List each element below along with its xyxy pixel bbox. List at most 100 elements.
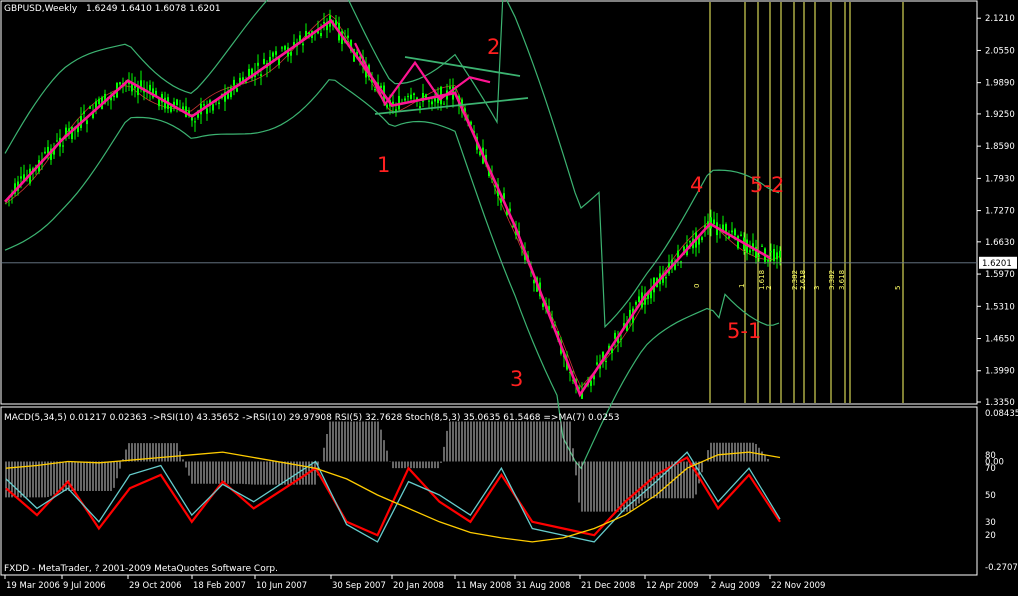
candle-body bbox=[203, 104, 205, 106]
candle-body bbox=[182, 106, 184, 110]
candle-body bbox=[758, 255, 760, 257]
candle-body bbox=[20, 176, 22, 179]
candle-body bbox=[443, 103, 445, 105]
candle-body bbox=[398, 96, 400, 110]
fib-label: 3.382 bbox=[828, 270, 836, 290]
fib-label: 5 bbox=[894, 286, 902, 290]
time-tick-label: 12 Apr 2009 bbox=[646, 581, 699, 591]
candle-body bbox=[776, 252, 778, 260]
candle-body bbox=[779, 250, 781, 258]
candle-body bbox=[665, 277, 667, 279]
price-tick-label: 1.9250 bbox=[985, 110, 1015, 120]
price-tick-label: 1.8590 bbox=[985, 142, 1015, 152]
candle-body bbox=[320, 33, 322, 36]
price-tick-label: 1.4650 bbox=[985, 335, 1015, 345]
wave-label: 5-2 bbox=[750, 173, 784, 197]
candle-body bbox=[170, 105, 172, 112]
candle-body bbox=[404, 98, 406, 101]
price-tick-label: 1.6630 bbox=[985, 238, 1015, 248]
ohlc-label: 1.6249 1.6410 1.6078 1.6201 bbox=[86, 4, 221, 14]
candle-body bbox=[119, 82, 121, 85]
candle-body bbox=[86, 120, 88, 125]
candle-body bbox=[275, 51, 277, 55]
candle-body bbox=[206, 108, 208, 114]
price-tick-label: 1.3990 bbox=[985, 367, 1015, 377]
time-tick-label: 30 Sep 2007 bbox=[332, 581, 386, 591]
candle-body bbox=[773, 249, 775, 261]
candle-body bbox=[635, 302, 637, 305]
candle-body bbox=[767, 259, 769, 262]
candle-body bbox=[749, 250, 751, 253]
candle-body bbox=[605, 361, 607, 362]
time-axis: 19 Mar 2006 9 Jul 2006 29 Oct 2006 18 Feb 2… bbox=[4, 575, 825, 591]
lower-trendline bbox=[374, 97, 529, 115]
candle-body bbox=[284, 45, 286, 50]
candle-body bbox=[620, 338, 622, 340]
candle-body bbox=[395, 109, 397, 111]
time-tick-label: 11 May 2008 bbox=[456, 581, 511, 591]
time-tick-label: 29 Oct 2006 bbox=[129, 581, 182, 591]
time-tick-label: 21 Dec 2008 bbox=[581, 581, 635, 591]
time-tick-label: 18 Feb 2007 bbox=[193, 581, 246, 591]
fib-small-label: 1 bbox=[738, 284, 746, 288]
price-tick-label: 1.5970 bbox=[985, 270, 1015, 280]
level-tick-label: 50 bbox=[985, 491, 996, 501]
candle-body bbox=[413, 93, 415, 95]
price-chart[interactable]: 1.618 2 2.382 2.618 3 3.382 3.618 50 1 12345-15-… bbox=[0, 0, 1018, 592]
time-tick-label: 31 Aug 2008 bbox=[516, 581, 570, 591]
candle-body bbox=[728, 236, 730, 239]
candle-body bbox=[410, 94, 412, 99]
candle-body bbox=[770, 251, 772, 253]
candle-body bbox=[713, 219, 715, 224]
candle-body bbox=[386, 104, 388, 108]
macd-tick-label: 0.00 bbox=[985, 458, 1004, 468]
price-tick-label: 2.0550 bbox=[985, 46, 1015, 56]
price-tick-label: 1.3350 bbox=[985, 398, 1015, 408]
candles bbox=[5, 9, 781, 399]
candle-body bbox=[272, 52, 274, 57]
candle-body bbox=[233, 79, 235, 86]
candle-body bbox=[56, 140, 58, 142]
wave-label: 3 bbox=[510, 367, 523, 391]
price-tick-label: 1.7270 bbox=[985, 207, 1015, 217]
fib-label: 3 bbox=[813, 286, 821, 290]
candle-body bbox=[140, 80, 142, 87]
fib-label: 3.618 bbox=[838, 270, 846, 290]
candle-body bbox=[257, 62, 259, 66]
candle-body bbox=[44, 151, 46, 154]
candle-body bbox=[419, 106, 421, 109]
candle-body bbox=[407, 96, 409, 98]
candle-body bbox=[701, 237, 703, 240]
indicator-axis: 80705030200.084350.00-0.2707 bbox=[985, 409, 1018, 573]
candle-body bbox=[431, 101, 433, 105]
candle-body bbox=[263, 58, 265, 65]
fib-label: 2.382 bbox=[791, 270, 799, 290]
candle-body bbox=[281, 47, 283, 49]
time-tick-label: 22 Nov 2009 bbox=[771, 581, 825, 591]
price-tick-label: 1.5310 bbox=[985, 302, 1015, 312]
symbol-label: GBPUSD,Weekly bbox=[4, 4, 78, 14]
candle-body bbox=[323, 22, 325, 24]
candle-body bbox=[689, 240, 691, 243]
price-tick-label: 2.1210 bbox=[985, 14, 1015, 24]
macd-tick-label: -0.2707 bbox=[985, 563, 1018, 573]
fib-time-zones: 1.618 2 2.382 2.618 3 3.382 3.618 50 1 bbox=[693, 2, 904, 403]
candle-body bbox=[374, 89, 376, 91]
current-price-label: 1.6201 bbox=[982, 259, 1012, 269]
macd-tick-label: 0.08435 bbox=[985, 409, 1018, 419]
candle-body bbox=[638, 296, 640, 303]
candle-body bbox=[302, 43, 304, 46]
candle-body bbox=[176, 99, 178, 105]
wave-label: 4 bbox=[690, 173, 703, 197]
candle-body bbox=[740, 234, 742, 236]
candle-body bbox=[194, 121, 196, 123]
candle-body bbox=[731, 230, 733, 233]
wave-label: 2 bbox=[487, 35, 500, 59]
candle-body bbox=[737, 235, 739, 249]
candle-body bbox=[347, 35, 349, 38]
candle-body bbox=[164, 97, 166, 109]
level-tick-label: 20 bbox=[985, 531, 996, 541]
fib-label: 2.618 bbox=[799, 270, 807, 290]
wave-label: 1 bbox=[377, 153, 390, 177]
candle-body bbox=[761, 245, 763, 247]
